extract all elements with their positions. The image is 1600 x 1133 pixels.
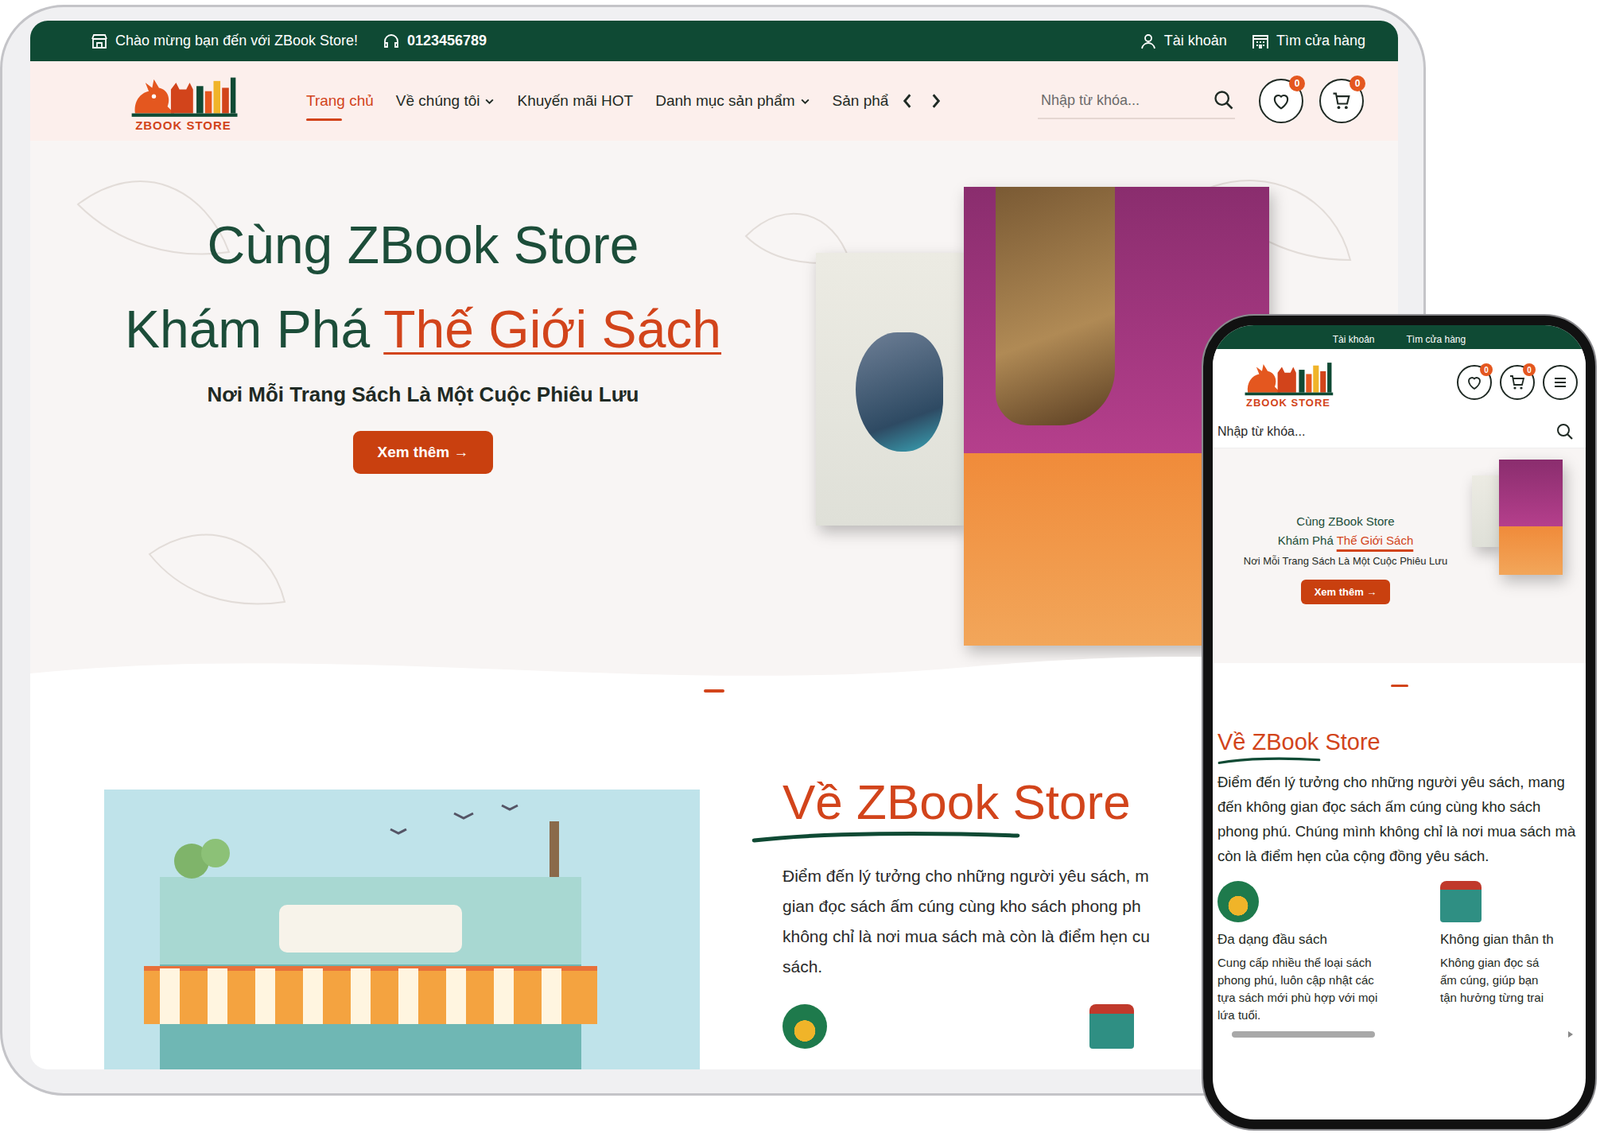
cart-count: 0: [1349, 75, 1366, 92]
slider-indicator: [30, 689, 1399, 707]
wave-divider-icon: [30, 641, 1399, 690]
header-actions: 00: [1258, 78, 1364, 124]
nav-arrows: [900, 92, 943, 110]
welcome-text: Chào mừng bạn đến với ZBook Store!: [89, 31, 358, 51]
nav-item[interactable]: Trang chủ: [306, 85, 374, 117]
hero-subtitle: Nơi Mỗi Trang Sách Là Một Cuộc Phiêu Lưu: [1219, 555, 1472, 567]
nav-item[interactable]: Danh mục sản phẩm: [655, 85, 810, 117]
hero-title: Cùng ZBook Store: [1219, 512, 1472, 532]
bookshop-icon: [1440, 881, 1482, 923]
feature-card: Không gian thân th Không gian đọc sáấm cú…: [1440, 881, 1581, 1025]
cart-icon: [1507, 372, 1527, 393]
feature-description: Không gian đọc sáấm cúng, giúp bạntận hư…: [1440, 954, 1581, 1007]
book-cover-image[interactable]: [815, 252, 964, 526]
wishlist-count: 0: [1479, 363, 1493, 377]
logo-icon: [1236, 357, 1340, 397]
account-link[interactable]: Tài khoản: [1332, 333, 1375, 346]
headset-icon: [381, 31, 401, 51]
chevron-down-icon: [800, 96, 811, 107]
horizontal-scrollbar[interactable]: [1223, 1029, 1575, 1041]
wishlist-button[interactable]: 0: [1456, 365, 1492, 400]
slide-dot[interactable]: [703, 689, 725, 693]
store-finder-link[interactable]: Tìm cửa hàng: [1250, 31, 1366, 51]
nav-item[interactable]: Sản phẩ: [832, 85, 890, 117]
nav-item[interactable]: Về chúng tôi: [396, 85, 496, 117]
store-illustration-image: [104, 789, 700, 1070]
logo-text: ZBOOK STORE: [1246, 396, 1331, 409]
scrollbar-thumb[interactable]: [1231, 1031, 1375, 1038]
search-field[interactable]: Nhập từ khóa...: [1037, 82, 1235, 120]
wishlist-button[interactable]: 0: [1258, 78, 1304, 124]
account-link[interactable]: Tài khoản: [1138, 31, 1228, 51]
scroll-right-icon[interactable]: [1566, 1030, 1575, 1039]
search-placeholder: Nhập từ khóa...: [1040, 92, 1140, 109]
hero-banner: Cùng ZBook StoreKhám Phá Thế Giới Sách Nơ…: [1212, 448, 1586, 664]
hero-banner: Cùng ZBook StoreKhám Phá Thế Giới Sách Nơ…: [30, 140, 1399, 690]
tablet-screen: Chào mừng bạn đến với ZBook Store! 01234…: [30, 20, 1399, 1070]
slide-dot[interactable]: [1390, 684, 1409, 688]
wishlist-count: 0: [1289, 75, 1305, 92]
slider-indicator: [1212, 663, 1586, 708]
site-header: ZBOOK STORE Trang chủ Về chúng tôi Khuyến m…: [30, 61, 1399, 141]
store-icon: [89, 31, 109, 51]
phone-frame: Tài khoảnTìm cửa hàngZBOOK STORE00Nhập t…: [1201, 314, 1597, 1131]
site-header: ZBOOK STORE00: [1212, 349, 1586, 416]
top-bar: Tài khoản Tìm cửa hàng: [1212, 325, 1586, 350]
building-icon: [1250, 31, 1270, 51]
feature-title: Không gian thân th: [1440, 932, 1581, 948]
cart-button[interactable]: 0: [1499, 365, 1535, 400]
hero-text: Cùng ZBook StoreKhám Phá Thế Giới Sách Nơ…: [1219, 459, 1472, 664]
about-paragraph: Điểm đến lý tưởng cho những người yêu sá…: [1217, 769, 1581, 869]
see-more-button[interactable]: Xem thêm →: [1300, 579, 1391, 605]
books-icon: [1217, 881, 1259, 923]
logo[interactable]: ZBOOK STORE: [116, 70, 250, 133]
search-icon[interactable]: [1555, 422, 1575, 442]
feature-description: Cung cấp nhiều thể loại sáchphong phú, l…: [1217, 954, 1441, 1025]
search-placeholder: Nhập từ khóa...: [1217, 424, 1305, 439]
cart-button[interactable]: 0: [1319, 78, 1364, 124]
logo-text: ZBOOK STORE: [135, 118, 232, 133]
phone-screen: Tài khoảnTìm cửa hàngZBOOK STORE00Nhập t…: [1212, 325, 1586, 1120]
cart-icon: [1330, 89, 1353, 113]
search-icon[interactable]: [1212, 89, 1235, 112]
hero-text: Cùng ZBook StoreKhám Phá Thế Giới Sách Nơ…: [30, 140, 816, 690]
heart-icon: [1464, 372, 1484, 393]
logo-icon: [128, 70, 240, 119]
hero-title-line: Khám Phá Thế Giới Sách: [1219, 531, 1472, 551]
menu-icon: [1550, 372, 1570, 393]
brush-underline-icon: [1217, 757, 1321, 766]
book-cover-image[interactable]: [1499, 459, 1563, 575]
nav-item[interactable]: Khuyến mãi HOT: [516, 85, 634, 117]
hero-subtitle: Nơi Mỗi Trang Sách Là Một Cuộc Phiêu Lưu: [30, 382, 816, 408]
hotline[interactable]: 0123456789: [381, 31, 487, 51]
hero-books: [1471, 459, 1563, 664]
hero-title: Cùng ZBook StoreKhám Phá Thế Giới Sách: [30, 202, 816, 372]
chevron-right-icon[interactable]: [929, 92, 943, 110]
main-nav: Trang chủ Về chúng tôi Khuyến mãi HOT Danh …: [306, 85, 889, 117]
storefront-icon: [104, 789, 700, 1070]
about-title: Về ZBook Store: [1217, 726, 1581, 758]
feature-list: Đa dạng đầu sách Cung cấp nhiều thể loại …: [1217, 881, 1581, 1025]
search-field[interactable]: Nhập từ khóa...: [1212, 415, 1586, 449]
bookshop-icon: [1089, 1004, 1134, 1049]
about-section: Về ZBook Store Điểm đến lý tưởng cho nhữn…: [1212, 707, 1586, 1041]
chevron-left-icon[interactable]: [900, 92, 914, 110]
store-finder-link[interactable]: Tìm cửa hàng: [1405, 333, 1466, 346]
top-bar: Chào mừng bạn đến với ZBook Store! 01234…: [30, 20, 1399, 62]
brush-underline-icon: [750, 831, 1022, 844]
mockup-stage: Chào mừng bạn đến với ZBook Store! 01234…: [0, 0, 1600, 1133]
user-icon: [1138, 31, 1158, 51]
header-actions: 00: [1456, 365, 1578, 400]
feature-card: Đa dạng đầu sách Cung cấp nhiều thể loại …: [1217, 881, 1441, 1025]
logo[interactable]: ZBOOK STORE: [1236, 357, 1340, 409]
chevron-down-icon: [484, 96, 495, 107]
about-section: Về ZBook StoreĐiểm đến lý tưởng cho nhữn…: [30, 706, 1399, 1070]
see-more-button[interactable]: Xem thêm →: [353, 431, 494, 474]
books-icon: [782, 1004, 828, 1049]
heart-icon: [1269, 89, 1293, 113]
menu-button[interactable]: [1542, 365, 1578, 400]
cart-count: 0: [1522, 363, 1536, 377]
feature-title: Đa dạng đầu sách: [1217, 932, 1441, 948]
book-cover-image[interactable]: [1471, 475, 1500, 548]
